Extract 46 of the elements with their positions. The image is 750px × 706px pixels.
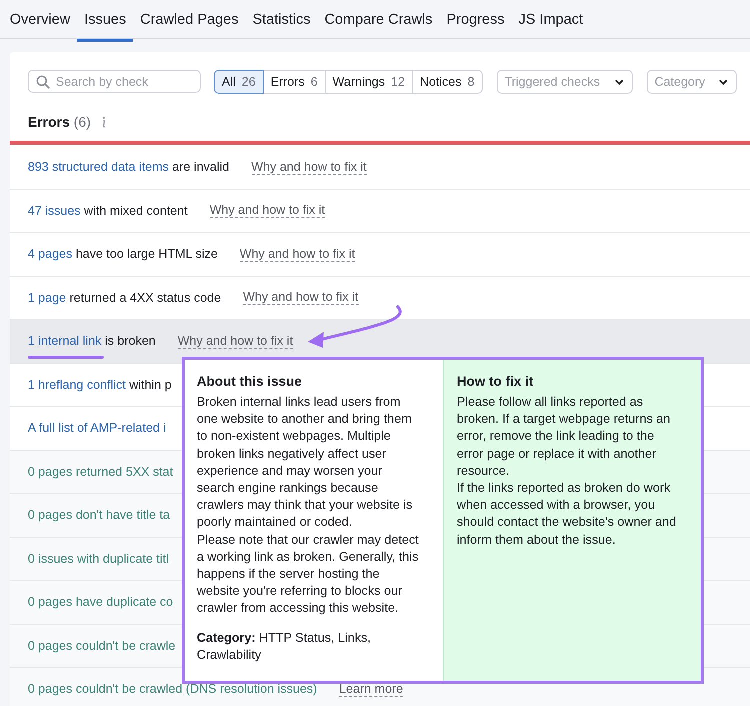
issue-link[interactable]: 1 hreflang conflict <box>28 378 126 392</box>
tab[interactable]: Crawled Pages <box>133 0 246 42</box>
popup-paragraph: Please follow all links reported as broken. If a target webpage returns an error, remove the link leading to the error page or replace it with another resource. <box>457 394 672 480</box>
filter-tab[interactable]: Errors 6 <box>262 70 326 94</box>
issue-link[interactable]: 1 page <box>28 290 66 305</box>
popup-heading: About this issue <box>197 374 304 389</box>
issue-link[interactable]: 1 internal link <box>28 334 102 348</box>
help-link[interactable]: Why and how to fix it <box>252 160 367 175</box>
issue-link[interactable]: 893 structured data items <box>28 160 170 174</box>
issue-link[interactable]: 0 pages returned 5XX stat <box>28 464 174 479</box>
issue-text: 893 structured data items are invalid <box>28 160 230 174</box>
help-link[interactable]: Why and how to fix it <box>240 246 356 262</box>
tab[interactable]: Issues <box>77 0 134 42</box>
issue-link[interactable]: A full list of AMP-related i <box>28 421 166 436</box>
filter-tab[interactable]: Warnings 12 <box>324 70 414 94</box>
issue-link[interactable]: 0 pages don't have title ta <box>28 508 170 522</box>
tab[interactable]: JS Impact <box>512 0 590 42</box>
info-icon <box>100 116 108 128</box>
popup-paragraph: Please note that our crawler may detect a working link as broken. Generally, this happens if the server hosting the website you're referring to blocks our crawler from accessing this website. <box>197 532 420 618</box>
category-text: Category: HTTP Status, Links, Crawlability <box>197 630 372 664</box>
issue-text: 47 issues with mixed content <box>28 204 188 218</box>
help-link[interactable]: Why and how to fix it <box>210 203 326 218</box>
tab[interactable]: Statistics <box>246 0 318 42</box>
search-icon <box>36 75 50 89</box>
search-field[interactable]: Search by check <box>28 70 201 93</box>
popup-paragraph: Broken internal links lead users from one website to another and bring them to non-existent webpages. Multiple broken links negatively affect user experience and may worsen your search engine rankings because crawlers may think that your website is poorly maintained or coded. <box>197 394 414 532</box>
issue-link[interactable]: 47 issues <box>28 204 81 218</box>
filter-tab[interactable]: All 26 <box>214 70 264 94</box>
popup-paragraph: If the links reported as broken do work when accessed with a browser, you should contact the website's owner and inform them about the issue. <box>457 480 678 549</box>
filter-tab[interactable]: Notices 8 <box>412 70 483 94</box>
issue-link[interactable]: 0 pages couldn't be crawle <box>28 638 176 653</box>
issue-link[interactable]: 0 pages couldn't be crawled (DNS resolution issues) <box>28 682 318 696</box>
popup-heading: How to fix it <box>457 374 534 389</box>
tab[interactable]: Progress <box>440 0 512 42</box>
issue-link[interactable]: 4 pages <box>28 247 72 262</box>
issue-text: 1 hreflang conflict within p <box>28 378 172 392</box>
issue-link[interactable]: 0 issues with duplicate titl <box>28 552 170 566</box>
issue-link[interactable]: 0 pages have duplicate co <box>28 595 174 610</box>
tab[interactable]: Overview <box>10 0 78 42</box>
issue-text: 1 internal link is broken <box>28 334 156 348</box>
section-title: Errors (6) <box>28 114 92 130</box>
issue-text: 4 pages have too large HTML size <box>28 247 218 262</box>
help-link[interactable]: Why and how to fix it <box>243 290 359 306</box>
help-link[interactable]: Why and how to fix it <box>178 334 294 349</box>
tab[interactable]: Compare Crawls <box>318 0 440 42</box>
issue-text: 1 page returned a 4XX status code <box>28 290 222 305</box>
